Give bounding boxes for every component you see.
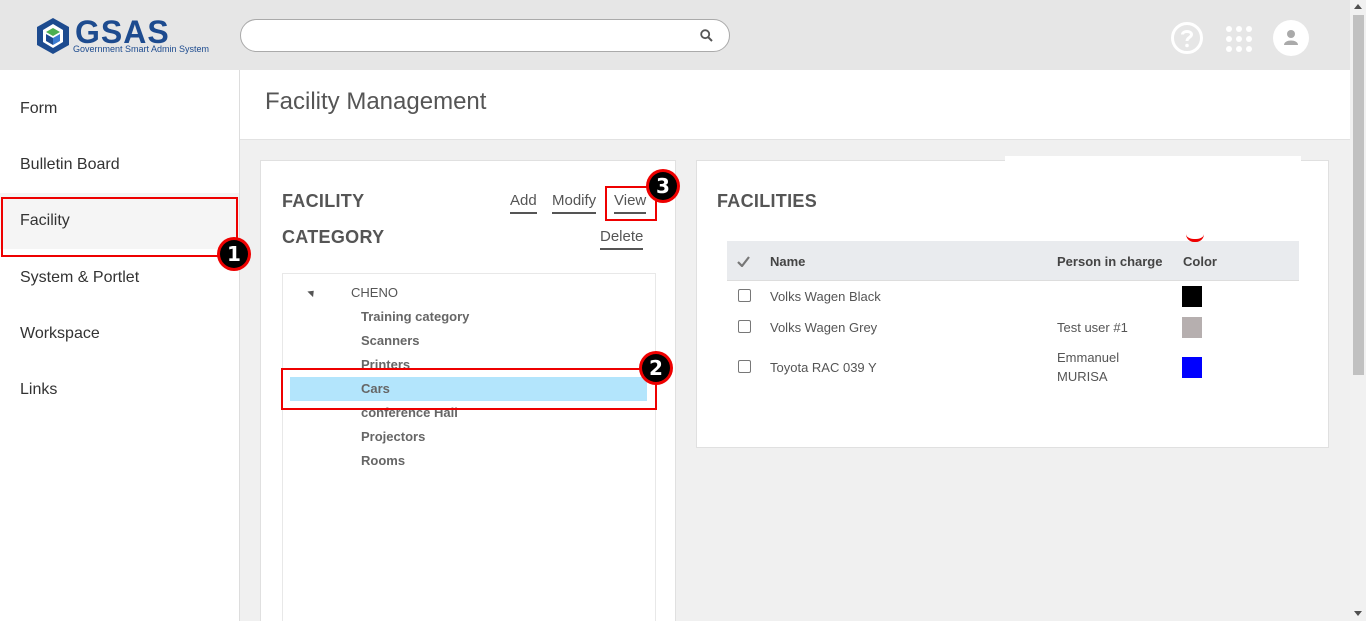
column-header-person[interactable]: Person in charge <box>1057 254 1162 269</box>
row-checkbox[interactable] <box>738 289 751 302</box>
add-button[interactable]: Add <box>510 192 537 214</box>
page-scrollbar[interactable] <box>1350 0 1366 621</box>
row-checkbox[interactable] <box>738 360 751 373</box>
select-all-check-icon[interactable] <box>737 256 750 267</box>
color-swatch <box>1182 357 1202 378</box>
category-title-line2: CATEGORY <box>282 227 385 247</box>
modify-button[interactable]: Modify <box>552 192 597 214</box>
logo-emblem-icon <box>37 18 69 54</box>
column-header-name[interactable]: Name <box>770 254 805 269</box>
delete-button[interactable]: Delete <box>600 228 644 250</box>
category-title-line1: FACILITY <box>282 191 365 211</box>
user-icon <box>1284 30 1298 45</box>
tree-node[interactable]: Projectors <box>361 429 425 444</box>
category-tree: CHENO Training category Scanners Printer… <box>282 273 656 621</box>
help-icon[interactable] <box>1170 21 1204 55</box>
sidebar-item-bulletin-board[interactable]: Bulletin Board <box>0 137 239 193</box>
person-in-charge-line2: MURISA <box>1057 369 1108 384</box>
row-checkbox[interactable] <box>738 320 751 333</box>
annotation-badge-3: 3 <box>646 169 680 203</box>
sidebar-item-workspace[interactable]: Workspace <box>0 306 239 362</box>
tree-node-root[interactable]: CHENO <box>351 285 398 300</box>
sidebar-item-form[interactable]: Form <box>0 81 239 137</box>
sidebar-item-links[interactable]: Links <box>0 362 239 418</box>
scroll-down-arrow-icon[interactable] <box>1354 611 1362 616</box>
facility-name[interactable]: Volks Wagen Black <box>770 287 881 306</box>
tree-node[interactable]: Rooms <box>361 453 405 468</box>
annotation-badge-2: 2 <box>639 351 673 385</box>
top-header: GSAS Government Smart Admin System <box>0 0 1350 70</box>
apps-grid-icon[interactable] <box>1222 22 1256 56</box>
annotation-box-1 <box>1 197 238 257</box>
tree-node[interactable]: Scanners <box>361 333 420 348</box>
annotation-box-2 <box>281 368 657 410</box>
facility-name[interactable]: Volks Wagen Grey <box>770 318 877 337</box>
tree-node[interactable]: Training category <box>361 309 469 324</box>
page-title-bar: Facility Management <box>240 70 1350 140</box>
column-header-color[interactable]: Color <box>1183 254 1217 269</box>
scroll-up-arrow-icon[interactable] <box>1354 4 1362 9</box>
person-in-charge: Emmanuel <box>1057 350 1120 365</box>
sidebar: Form Bulletin Board Facility System & Po… <box>0 70 240 621</box>
color-swatch <box>1182 286 1202 307</box>
logo-subtitle: Government Smart Admin System <box>73 44 210 54</box>
scroll-thumb[interactable] <box>1353 15 1364 375</box>
facilities-table-header: Name Person in charge Color <box>727 241 1299 281</box>
page-title: Facility Management <box>265 88 487 115</box>
color-swatch <box>1182 317 1202 338</box>
facilities-title: FACILITIES <box>717 191 818 211</box>
blank-overlay <box>1005 156 1301 241</box>
tree-expand-icon[interactable] <box>307 287 317 298</box>
person-in-charge: Test user #1 <box>1057 320 1128 335</box>
user-avatar[interactable] <box>1273 20 1309 56</box>
search-input[interactable] <box>240 19 730 52</box>
gsas-logo[interactable]: GSAS Government Smart Admin System <box>33 14 213 56</box>
facility-name[interactable]: Toyota RAC 039 Y <box>770 358 877 377</box>
sidebar-item-system-portlet[interactable]: System & Portlet <box>0 250 239 306</box>
search-icon[interactable] <box>700 29 713 42</box>
annotation-badge-1: 1 <box>217 237 251 271</box>
